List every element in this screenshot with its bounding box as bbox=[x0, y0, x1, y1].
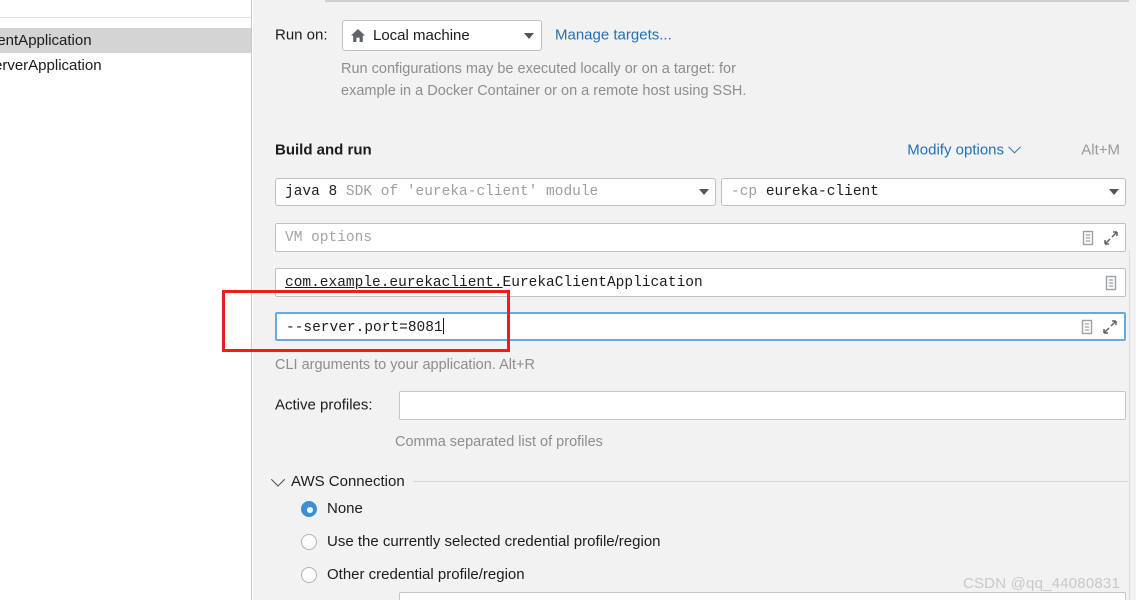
panel-top-divider bbox=[325, 0, 1136, 2]
jdk-value: java 8 SDK of 'eureka-client' module bbox=[285, 184, 599, 200]
configuration-settings-panel: Run on: Local machine Manage targets... … bbox=[253, 0, 1136, 600]
chevron-down-icon bbox=[270, 472, 286, 487]
watermark: CSDN @qq_44080831 bbox=[962, 575, 1120, 592]
tree-separator bbox=[0, 17, 251, 18]
main-class-input[interactable]: com.example.eurekaclient.EurekaClientApp… bbox=[275, 268, 1126, 297]
modify-options-label: Modify options bbox=[907, 141, 1004, 159]
aws-connection-title: AWS Connection bbox=[291, 472, 405, 490]
main-class-field-icons bbox=[1101, 273, 1121, 293]
aws-option-current-profile[interactable]: Use the currently selected credential pr… bbox=[301, 533, 661, 550]
cli-arguments-field-icons bbox=[1077, 317, 1120, 337]
cli-arguments-hint: CLI arguments to your application. Alt+R bbox=[275, 357, 535, 373]
vertical-scrollbar-track[interactable] bbox=[1129, 0, 1136, 600]
vm-options-placeholder: VM options bbox=[285, 229, 373, 246]
vm-options-field-icons bbox=[1078, 228, 1121, 248]
tree-item-client-application[interactable]: ientApplication bbox=[0, 28, 251, 53]
aws-option-label: Use the currently selected credential pr… bbox=[327, 533, 661, 550]
jdk-select[interactable]: java 8 SDK of 'eureka-client' module bbox=[275, 178, 716, 206]
chevron-down-icon bbox=[699, 189, 709, 195]
radio-icon[interactable] bbox=[301, 566, 317, 583]
vm-options-input[interactable]: VM options bbox=[275, 223, 1126, 252]
aws-option-none[interactable]: None bbox=[301, 500, 363, 517]
macros-list-icon[interactable] bbox=[1077, 317, 1097, 337]
home-icon bbox=[351, 29, 365, 42]
aws-option-label: Other credential profile/region bbox=[327, 566, 525, 583]
expand-icon[interactable] bbox=[1101, 228, 1121, 248]
aws-connection-group-header[interactable]: AWS Connection bbox=[270, 470, 1128, 492]
macros-list-icon[interactable] bbox=[1078, 228, 1098, 248]
radio-icon[interactable] bbox=[301, 533, 317, 550]
macros-list-icon[interactable] bbox=[1101, 273, 1121, 293]
run-on-target-value: Local machine bbox=[373, 27, 470, 44]
classpath-value: -cp eureka-client bbox=[731, 184, 879, 200]
tree-item-server-application[interactable]: erverApplication bbox=[0, 53, 251, 78]
active-profiles-label: Active profiles: bbox=[275, 396, 373, 414]
text-cursor bbox=[442, 317, 445, 334]
vertical-scrollbar-thumb[interactable] bbox=[1129, 0, 1135, 250]
classpath-select[interactable]: -cp eureka-client bbox=[721, 178, 1126, 206]
configurations-tree-panel: t ientApplication erverApplication bbox=[0, 0, 252, 600]
modify-options-link[interactable]: Modify options bbox=[907, 140, 1021, 159]
run-on-target-select[interactable]: Local machine bbox=[342, 20, 542, 51]
run-on-label: Run on: bbox=[275, 26, 328, 44]
run-on-hint-line1: Run configurations may be executed local… bbox=[341, 61, 736, 77]
tree-item-label: erverApplication bbox=[0, 57, 102, 74]
active-profiles-hint: Comma separated list of profiles bbox=[395, 434, 603, 450]
tree-item-label: ientApplication bbox=[0, 32, 92, 49]
modify-options-shortcut: Alt+M bbox=[1081, 141, 1120, 159]
run-on-hint: Run configurations may be executed local… bbox=[341, 58, 941, 102]
radio-icon-selected[interactable] bbox=[301, 500, 317, 517]
manage-targets-link[interactable]: Manage targets... bbox=[555, 27, 672, 44]
cli-arguments-value: --server.port=8081 bbox=[286, 317, 445, 336]
chevron-down-icon bbox=[1008, 140, 1021, 154]
main-class-value: com.example.eurekaclient.EurekaClientApp… bbox=[285, 274, 703, 291]
active-profiles-input[interactable] bbox=[399, 391, 1126, 420]
chevron-down-icon bbox=[1109, 189, 1119, 195]
build-and-run-title: Build and run bbox=[275, 141, 372, 159]
chevron-down-icon bbox=[524, 32, 534, 39]
aws-profile-region-input[interactable] bbox=[399, 592, 1126, 600]
group-separator-line bbox=[412, 480, 1128, 482]
cli-arguments-input[interactable]: --server.port=8081 bbox=[275, 312, 1126, 341]
aws-option-other-profile[interactable]: Other credential profile/region bbox=[301, 566, 525, 583]
run-configuration-dialog: t ientApplication erverApplication Run o… bbox=[0, 0, 1143, 600]
expand-icon[interactable] bbox=[1100, 317, 1120, 337]
aws-option-label: None bbox=[327, 500, 363, 517]
run-on-hint-line2: example in a Docker Container or on a re… bbox=[341, 83, 747, 99]
